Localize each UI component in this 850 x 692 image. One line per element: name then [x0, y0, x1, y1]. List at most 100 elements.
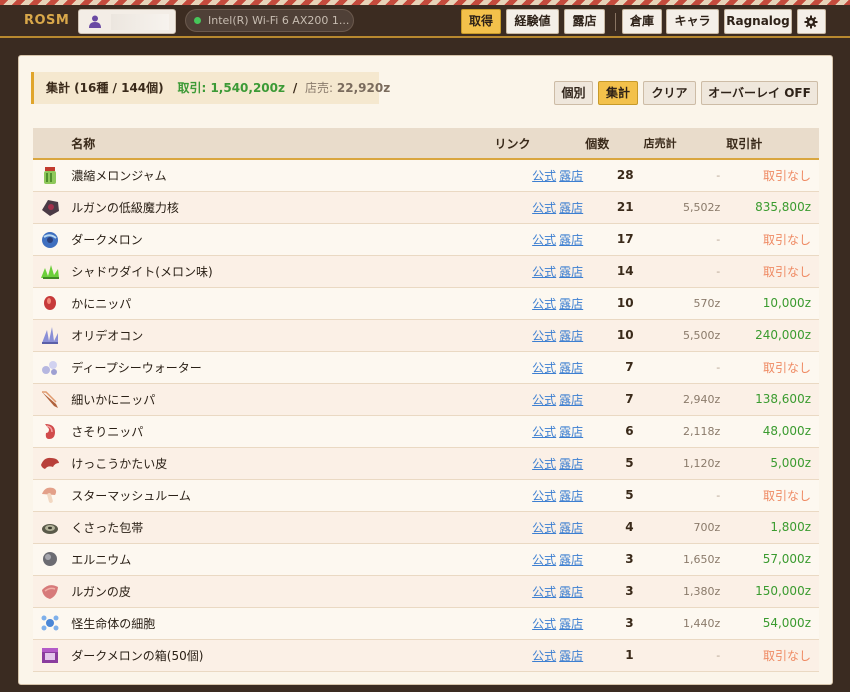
melon-jam-jar-icon — [39, 164, 61, 186]
item-shop-total: 2,118z — [682, 424, 721, 438]
shop-link[interactable]: 露店 — [559, 361, 583, 375]
shop-link[interactable]: 露店 — [559, 649, 583, 663]
app-brand: ROSM — [24, 13, 70, 28]
shop-link[interactable]: 露店 — [559, 201, 583, 215]
header-shop-total: 店売計 — [643, 128, 727, 160]
table-row: かにニッパ 公式 露店 10 570z 10,000z — [33, 287, 819, 320]
item-count: 17 — [585, 223, 644, 256]
official-link[interactable]: 公式 — [532, 201, 556, 215]
shop-link[interactable]: 露店 — [559, 521, 583, 535]
item-trade-total: 取引なし — [762, 232, 811, 247]
shop-link[interactable]: 露店 — [559, 169, 583, 183]
item-name: 怪生命体の細胞 — [71, 607, 495, 640]
official-link[interactable]: 公式 — [532, 361, 556, 375]
item-shop-total: - — [716, 232, 721, 246]
item-name: シャドウダイト(メロン味) — [71, 255, 495, 288]
item-name: 濃縮メロンジャム — [71, 159, 495, 192]
item-shop-total: - — [716, 488, 721, 502]
table-row: ルガンの低級魔力核 公式 露店 21 5,502z 835,800z — [33, 191, 819, 224]
official-link[interactable]: 公式 — [532, 553, 556, 567]
thin-crab-nipper-icon — [39, 388, 61, 410]
table-row: エルニウム 公式 露店 3 1,650z 57,000z — [33, 543, 819, 576]
shop-link[interactable]: 露店 — [559, 617, 583, 631]
official-link[interactable]: 公式 — [532, 169, 556, 183]
rotten-bandage-icon — [39, 516, 61, 538]
official-link[interactable]: 公式 — [532, 265, 556, 279]
nav-acquire-button[interactable]: 取得 — [461, 9, 501, 34]
user-icon — [89, 15, 101, 28]
official-link[interactable]: 公式 — [532, 393, 556, 407]
official-link[interactable]: 公式 — [532, 585, 556, 599]
item-count: 10 — [585, 287, 644, 320]
item-count: 3 — [585, 575, 644, 608]
network-adapter-label: Intel(R) Wi-Fi 6 AX200 1... — [208, 14, 350, 27]
shop-link[interactable]: 露店 — [559, 489, 583, 503]
shop-link[interactable]: 露店 — [559, 329, 583, 343]
item-trade-total: 取引なし — [762, 488, 811, 503]
item-name: オリデオコン — [71, 319, 495, 352]
scorpion-nipper-icon — [39, 420, 61, 442]
overlay-toggle-button[interactable]: オーバーレイ OFF — [701, 81, 818, 105]
item-count: 7 — [585, 351, 644, 384]
shop-link[interactable]: 露店 — [559, 457, 583, 471]
item-name: かにニッパ — [71, 287, 495, 320]
item-count: 21 — [585, 191, 644, 224]
hard-skin-icon — [39, 452, 61, 474]
official-link[interactable]: 公式 — [532, 617, 556, 631]
nav-shop-button[interactable]: 露店 — [564, 9, 605, 34]
settings-button[interactable] — [797, 9, 826, 34]
item-trade-total: 取引なし — [762, 168, 811, 183]
individual-view-button[interactable]: 個別 — [554, 81, 593, 105]
summary-shop-label: 店売: — [305, 81, 334, 95]
item-count: 3 — [585, 607, 644, 640]
header-icon — [33, 128, 72, 160]
shop-link[interactable]: 露店 — [559, 297, 583, 311]
network-adapter-selector[interactable]: Intel(R) Wi-Fi 6 AX200 1... — [185, 9, 354, 32]
item-trade-total: 138,600z — [755, 392, 811, 406]
official-link[interactable]: 公式 — [532, 233, 556, 247]
shop-link[interactable]: 露店 — [559, 393, 583, 407]
clear-button[interactable]: クリア — [643, 81, 696, 105]
official-link[interactable]: 公式 — [532, 425, 556, 439]
official-link[interactable]: 公式 — [532, 457, 556, 471]
table-row: 濃縮メロンジャム 公式 露店 28 - 取引なし — [33, 159, 819, 192]
table-row: くさった包帯 公式 露店 4 700z 1,800z — [33, 511, 819, 544]
shop-link[interactable]: 露店 — [559, 585, 583, 599]
character-name-redacted — [111, 14, 169, 30]
official-link[interactable]: 公式 — [532, 489, 556, 503]
official-link[interactable]: 公式 — [532, 297, 556, 311]
item-trade-total: 54,000z — [762, 616, 811, 630]
nav-exp-button[interactable]: 経験値 — [506, 9, 559, 34]
nav-ragnalog-button[interactable]: Ragnalog — [724, 9, 792, 34]
item-trade-total: 1,800z — [770, 520, 811, 534]
table-row: ダークメロンの箱(50個) 公式 露店 1 - 取引なし — [33, 639, 819, 672]
item-shop-total: - — [716, 360, 721, 374]
gear-icon — [804, 15, 818, 29]
official-link[interactable]: 公式 — [532, 649, 556, 663]
item-count: 7 — [585, 383, 644, 416]
item-trade-total: 57,000z — [762, 552, 811, 566]
dark-melon-icon — [39, 228, 61, 250]
item-shop-total: 700z — [693, 520, 721, 534]
item-name: ダークメロン — [71, 223, 495, 256]
character-selector[interactable] — [78, 9, 176, 34]
shop-link[interactable]: 露店 — [559, 233, 583, 247]
official-link[interactable]: 公式 — [532, 521, 556, 535]
item-name: ディープシーウォーター — [71, 351, 495, 384]
shop-link[interactable]: 露店 — [559, 265, 583, 279]
table-row: ルガンの皮 公式 露店 3 1,380z 150,000z — [33, 575, 819, 608]
table-row: 細いかにニッパ 公式 露店 7 2,940z 138,600z — [33, 383, 819, 416]
shop-link[interactable]: 露店 — [559, 425, 583, 439]
nav-chara-button[interactable]: キャラ — [666, 9, 719, 34]
official-link[interactable]: 公式 — [532, 329, 556, 343]
shop-link[interactable]: 露店 — [559, 553, 583, 567]
aggregate-view-button[interactable]: 集計 — [598, 81, 638, 105]
nav-warehouse-button[interactable]: 倉庫 — [622, 9, 662, 34]
header-count: 個数 — [585, 128, 644, 160]
item-name: ルガンの低級魔力核 — [71, 191, 495, 224]
table-row: ディープシーウォーター 公式 露店 7 - 取引なし — [33, 351, 819, 384]
item-shop-total: 1,120z — [682, 456, 721, 470]
item-trade-total: 48,000z — [762, 424, 811, 438]
item-shop-total: - — [716, 264, 721, 278]
magic-core-icon — [39, 196, 61, 218]
